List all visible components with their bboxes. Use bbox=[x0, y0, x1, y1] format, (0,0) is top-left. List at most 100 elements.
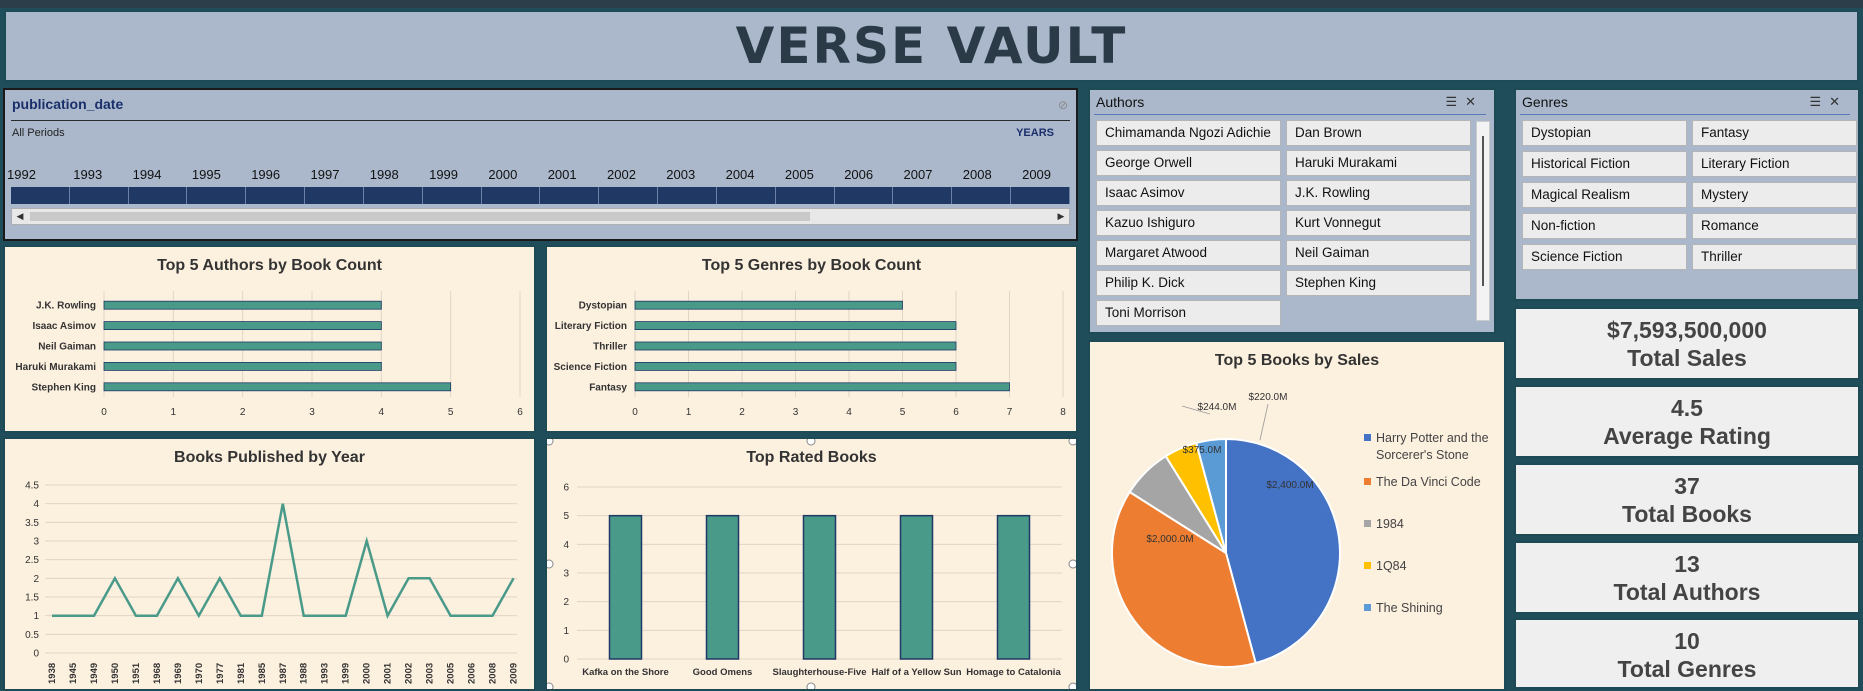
resize-handle[interactable] bbox=[1068, 559, 1076, 569]
category-label: Haruki Murakami bbox=[15, 362, 96, 373]
timeline-period-segment[interactable] bbox=[364, 187, 423, 204]
slicer-item[interactable]: Magical Realism bbox=[1522, 182, 1687, 208]
slicer-item[interactable]: Isaac Asimov bbox=[1096, 180, 1281, 206]
resize-handle[interactable] bbox=[806, 682, 816, 689]
slicer-item[interactable]: Dystopian bbox=[1522, 120, 1687, 146]
slicer-item[interactable]: Dan Brown bbox=[1286, 120, 1471, 146]
clear-filter-icon[interactable]: ✕ bbox=[1829, 94, 1848, 109]
genres-slicer[interactable]: Genres ☰✕ Dystopian Fantasy Historical Fic… bbox=[1514, 88, 1860, 301]
timeline-unit-dropdown[interactable]: YEARS bbox=[1016, 127, 1054, 139]
timeline-period-segment[interactable] bbox=[776, 187, 835, 204]
y-tick-label: 1.5 bbox=[25, 593, 39, 604]
books-by-year-chart-panel: Books Published by Year 0 0.5 1 1.5 2 2.5 3 3.5… bbox=[3, 437, 536, 691]
bar bbox=[634, 300, 903, 310]
top-authors-chart-panel: Top 5 Authors by Book Count 0 1 2 3 4 5 6 J.K. … bbox=[3, 245, 536, 433]
data-label: $244.0M bbox=[1198, 402, 1237, 413]
legend-label: 1984 bbox=[1376, 517, 1404, 531]
timeline-period-segment[interactable] bbox=[835, 187, 894, 204]
x-tick-label: 2006 bbox=[467, 663, 478, 684]
slicer-item[interactable]: Kazuo Ishiguro bbox=[1096, 210, 1281, 236]
slicer-item[interactable]: Neil Gaiman bbox=[1286, 240, 1471, 266]
kpi-card: 4.5 Average Rating bbox=[1514, 385, 1860, 458]
slicer-item[interactable]: Haruki Murakami bbox=[1286, 150, 1471, 176]
resize-handle[interactable] bbox=[1068, 682, 1076, 689]
y-tick-label: 3 bbox=[563, 569, 569, 580]
timeline-period-segment[interactable] bbox=[599, 187, 659, 204]
timeline-period-segment[interactable] bbox=[129, 187, 188, 204]
timeline-period-segment[interactable] bbox=[187, 187, 247, 204]
bar bbox=[103, 382, 452, 392]
resize-handle[interactable] bbox=[547, 682, 554, 689]
slicer-item[interactable]: Margaret Atwood bbox=[1096, 240, 1281, 266]
resize-handle[interactable] bbox=[547, 439, 554, 446]
timeline-year-label: 1996 bbox=[251, 167, 281, 182]
y-tick-label: 4 bbox=[33, 499, 39, 510]
timeline-period-segment[interactable] bbox=[893, 187, 953, 204]
multi-select-icon[interactable]: ☰ bbox=[1809, 94, 1829, 109]
resize-handle[interactable] bbox=[547, 559, 554, 569]
timeline-period-segment[interactable] bbox=[246, 187, 306, 204]
scrollbar-thumb[interactable] bbox=[1482, 136, 1484, 286]
authors-slicer-scrollbar[interactable] bbox=[1476, 121, 1490, 321]
timeline-period-bar[interactable] bbox=[11, 187, 1070, 204]
slicer-item[interactable]: Romance bbox=[1692, 213, 1857, 239]
x-tick-label: 1999 bbox=[341, 663, 352, 684]
timeline-period-segment[interactable] bbox=[1011, 187, 1070, 204]
scroll-left-arrow-icon[interactable]: ◀ bbox=[13, 210, 27, 223]
timeline-period-segment[interactable] bbox=[952, 187, 1012, 204]
slicer-item[interactable]: Fantasy bbox=[1692, 120, 1857, 146]
slicer-item[interactable]: Toni Morrison bbox=[1096, 300, 1281, 326]
slicer-item[interactable]: Thriller bbox=[1692, 244, 1857, 270]
slicer-toolbar[interactable]: ☰✕ bbox=[1445, 94, 1484, 110]
x-tick-label: 1 bbox=[686, 407, 692, 418]
slicer-item[interactable]: Non-fiction bbox=[1522, 213, 1687, 239]
category-label: Isaac Asimov bbox=[32, 321, 96, 332]
category-label: Stephen King bbox=[32, 382, 96, 393]
slicer-item[interactable]: Literary Fiction bbox=[1692, 151, 1857, 177]
category-label: Thriller bbox=[593, 342, 627, 353]
timeline-year-label: 2001 bbox=[547, 167, 577, 182]
publication-date-timeline[interactable]: publication_date ⊘ All Periods YEARS 199… bbox=[3, 88, 1078, 241]
slicer-item[interactable]: Philip K. Dick bbox=[1096, 270, 1281, 296]
slicer-item[interactable]: Science Fiction bbox=[1522, 244, 1687, 270]
timeline-scrollbar[interactable]: ◀ ▶ bbox=[11, 208, 1070, 225]
timeline-period-segment[interactable] bbox=[70, 187, 129, 204]
slicer-item[interactable]: J.K. Rowling bbox=[1286, 180, 1471, 206]
scroll-right-arrow-icon[interactable]: ▶ bbox=[1054, 210, 1068, 223]
x-tick-label: 2001 bbox=[383, 662, 394, 684]
category-label: Half of a Yellow Sun bbox=[871, 667, 961, 678]
timeline-period-segment[interactable] bbox=[540, 187, 600, 204]
category-label: Literary Fiction bbox=[555, 321, 627, 332]
x-tick-label: 1950 bbox=[110, 663, 121, 684]
clear-filter-icon[interactable]: ⊘ bbox=[1058, 98, 1068, 112]
timeline-year-label: 1997 bbox=[310, 167, 340, 182]
timeline-period-segment[interactable] bbox=[658, 187, 717, 204]
slicer-item[interactable]: Chimamanda Ngozi Adichie bbox=[1096, 120, 1281, 146]
clear-filter-icon[interactable]: ✕ bbox=[1465, 94, 1484, 109]
category-label: Kafka on the Shore bbox=[582, 667, 669, 678]
slicer-item[interactable]: Stephen King bbox=[1286, 270, 1471, 296]
resize-handle[interactable] bbox=[1068, 439, 1076, 446]
multi-select-icon[interactable]: ☰ bbox=[1445, 94, 1465, 109]
timeline-period-segment[interactable] bbox=[305, 187, 364, 204]
y-tick-label: 0.5 bbox=[25, 630, 39, 641]
authors-slicer[interactable]: Authors ☰✕ Chimamanda Ngozi Adichie Dan B… bbox=[1088, 88, 1496, 334]
slicer-item[interactable]: Kurt Vonnegut bbox=[1286, 210, 1471, 236]
timeline-period-segment[interactable] bbox=[717, 187, 776, 204]
x-tick-label: 2 bbox=[240, 407, 246, 418]
legend-swatch bbox=[1364, 478, 1371, 485]
slicer-item[interactable]: George Orwell bbox=[1096, 150, 1281, 176]
resize-handle[interactable] bbox=[806, 439, 816, 446]
timeline-period-segment[interactable] bbox=[423, 187, 482, 204]
timeline-year-label: 1999 bbox=[429, 167, 459, 182]
timeline-period-segment[interactable] bbox=[482, 187, 541, 204]
top-rated-chart-panel[interactable]: Top Rated Books 0 1 2 3 4 5 6 Kafka on the Shor… bbox=[545, 437, 1078, 691]
slicer-item[interactable]: Historical Fiction bbox=[1522, 151, 1687, 177]
slicer-item[interactable]: Mystery bbox=[1692, 182, 1857, 208]
data-label: $220.0M bbox=[1249, 392, 1288, 403]
scrollbar-thumb[interactable] bbox=[30, 212, 810, 221]
timeline-year-label: 1994 bbox=[132, 167, 162, 182]
kpi-card: 10 Total Genres bbox=[1514, 618, 1860, 689]
timeline-period-segment[interactable] bbox=[11, 187, 70, 204]
slicer-toolbar[interactable]: ☰✕ bbox=[1809, 94, 1848, 110]
